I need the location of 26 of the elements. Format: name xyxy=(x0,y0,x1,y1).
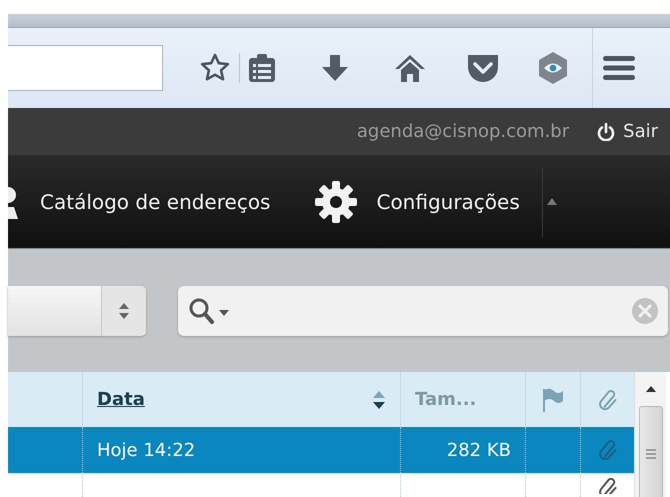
clipboard-icon[interactable] xyxy=(248,53,276,83)
table-cell: Hoje 14:22 xyxy=(97,440,196,460)
logout-button[interactable]: Sair xyxy=(597,121,658,142)
spinner-arrows-icon xyxy=(118,302,130,320)
paperclip-icon xyxy=(598,388,618,412)
eye-icon[interactable] xyxy=(538,51,568,85)
user-email: agenda@cisnop.com.br xyxy=(356,121,570,142)
scroll-up-icon[interactable] xyxy=(644,386,656,392)
menu-icon[interactable] xyxy=(603,55,635,81)
gear-icon xyxy=(314,180,358,224)
nav-item[interactable]: Catálogo de endereços xyxy=(8,184,314,218)
search-field[interactable] xyxy=(178,286,668,336)
flag-icon[interactable] xyxy=(541,386,565,412)
pocket-icon[interactable] xyxy=(466,52,500,84)
collapse-icon[interactable] xyxy=(546,198,557,205)
scrollbar[interactable] xyxy=(634,372,666,497)
table-cell: 282 KB xyxy=(446,440,511,460)
nav-item[interactable]: Configurações xyxy=(314,180,540,224)
power-icon xyxy=(597,122,616,140)
download-icon[interactable] xyxy=(320,53,350,83)
url-field[interactable] xyxy=(8,45,163,91)
person-icon xyxy=(8,184,20,218)
home-icon[interactable] xyxy=(394,53,426,83)
sort-icon xyxy=(372,390,386,410)
grip-icon xyxy=(646,448,656,459)
message-row[interactable]: Hoje 14:22 282 KB xyxy=(8,427,634,474)
